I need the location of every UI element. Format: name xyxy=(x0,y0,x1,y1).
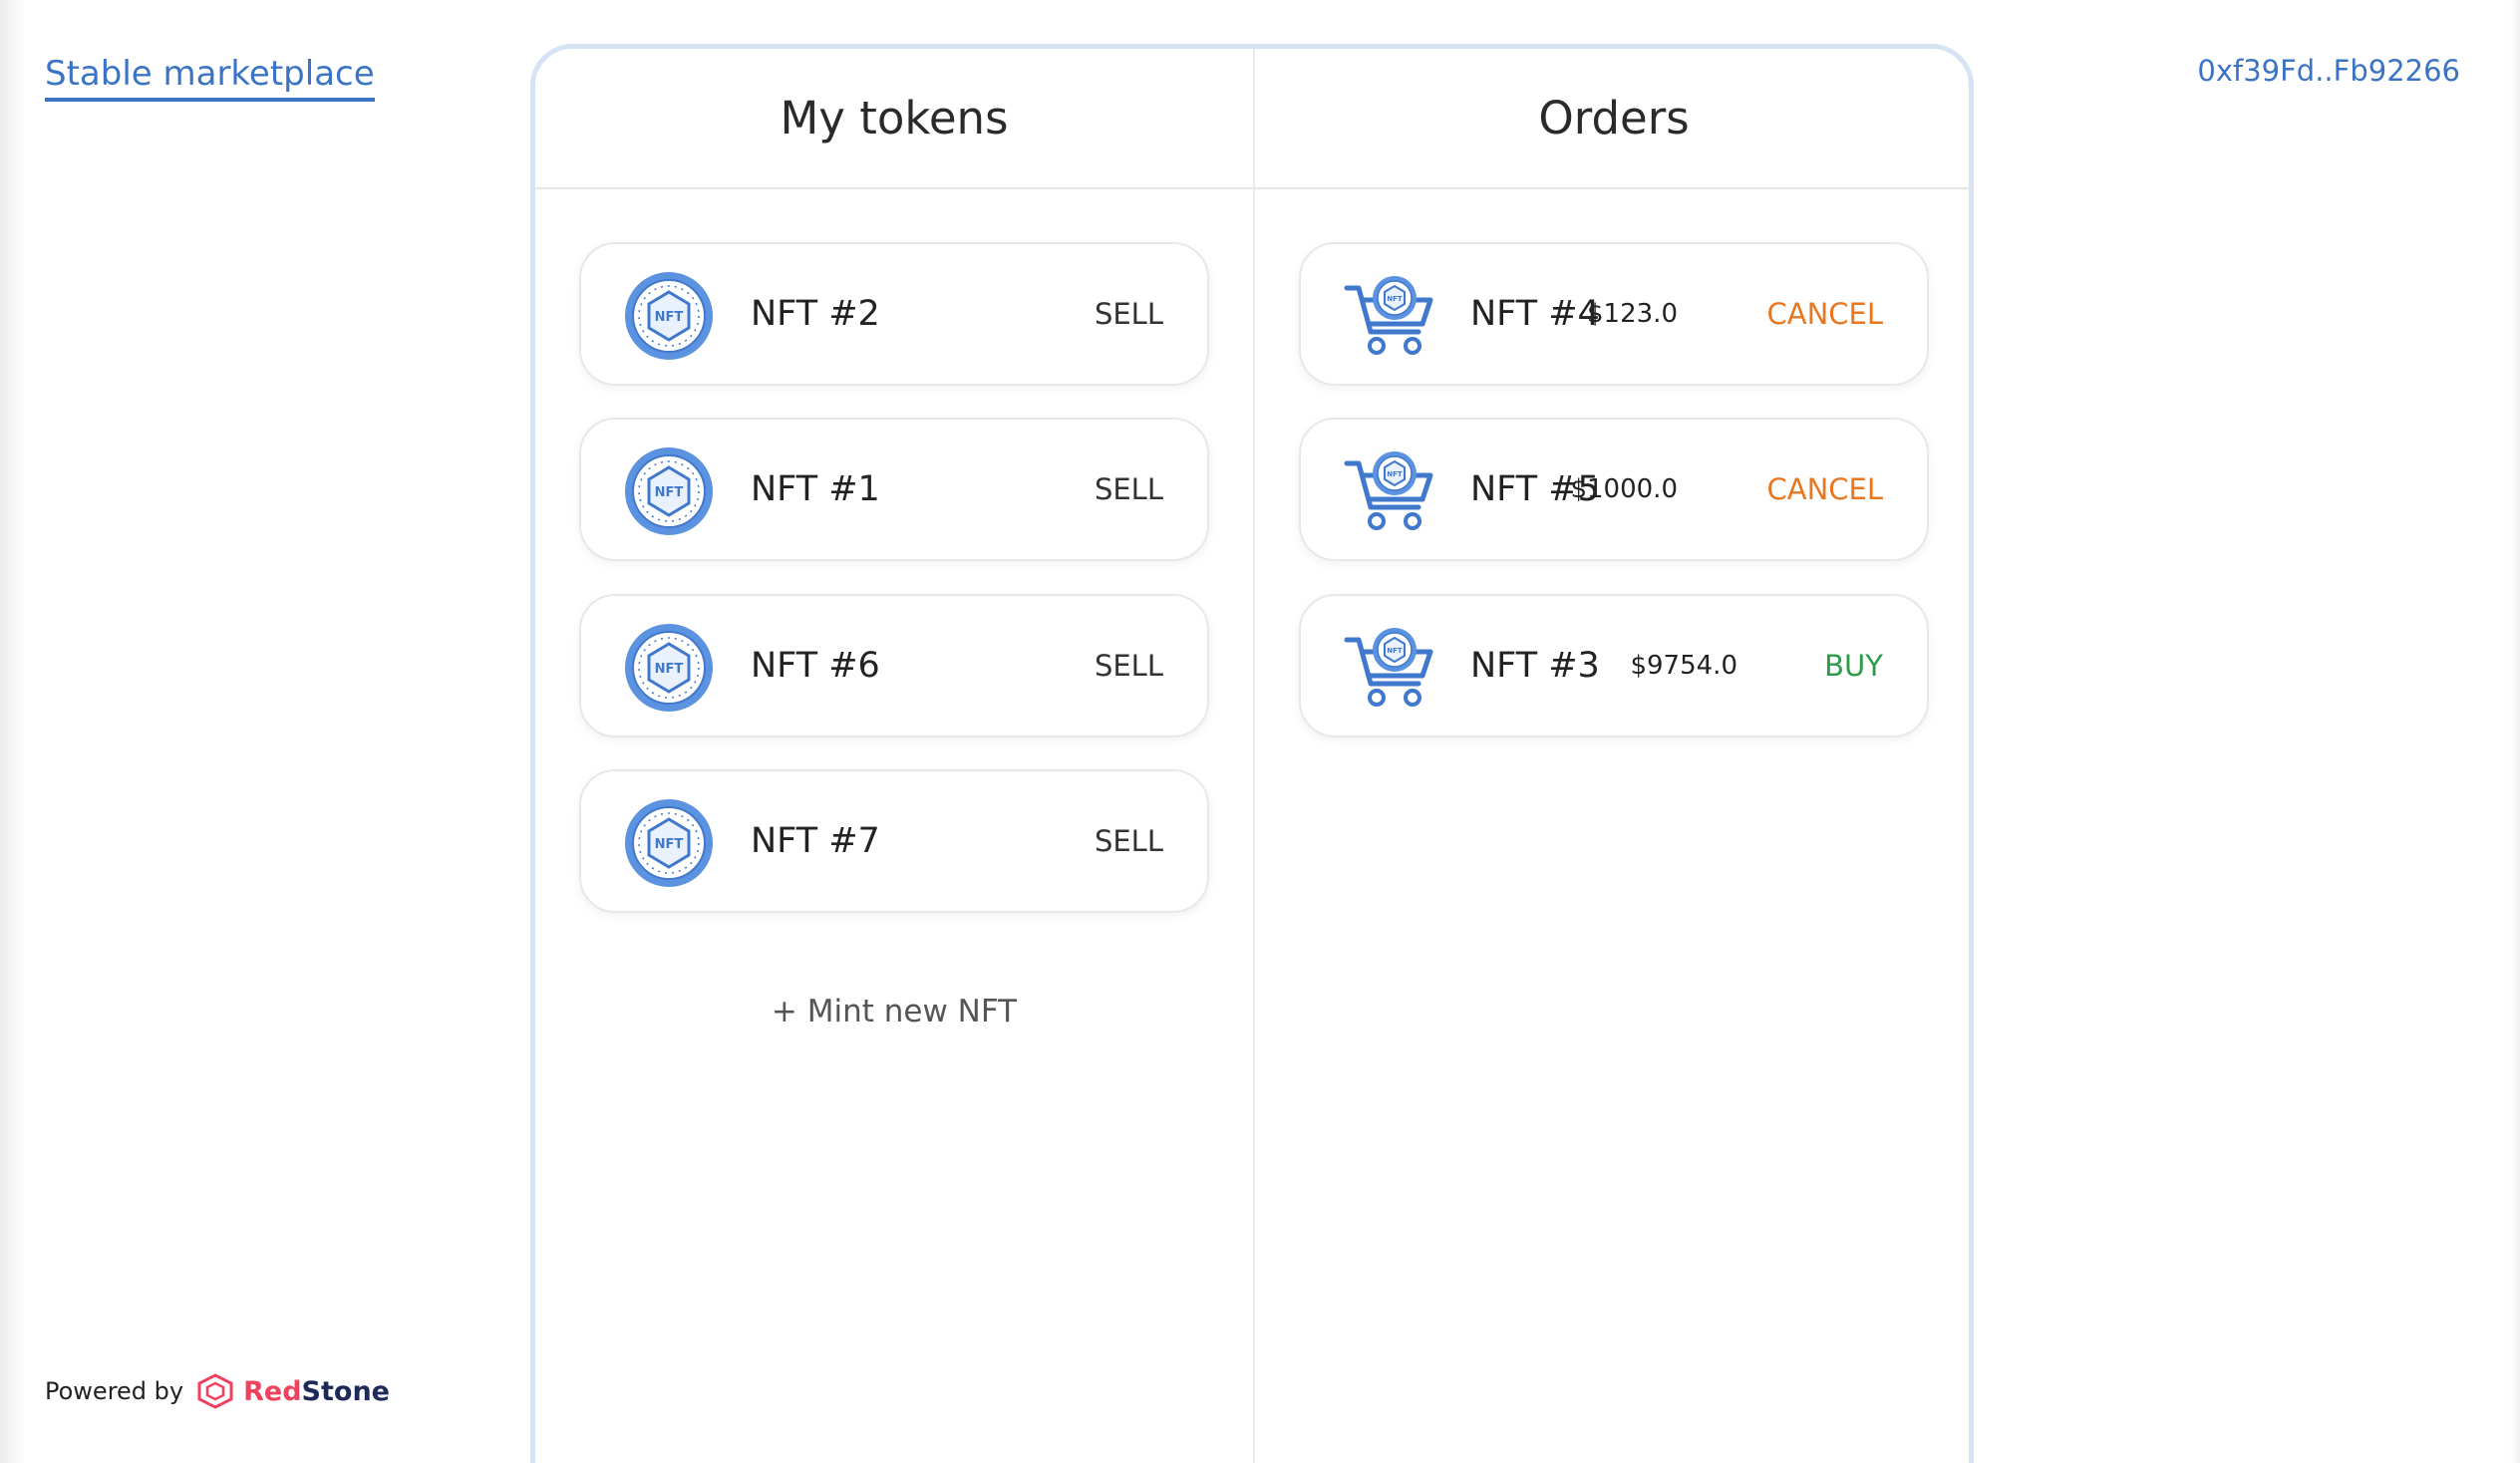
svg-text:NFT: NFT xyxy=(1387,470,1403,478)
left-edge-shadow xyxy=(0,0,26,1463)
shopping-cart-nft-icon: NFT xyxy=(1344,628,1433,707)
order-price: $123.0 xyxy=(1587,299,1678,329)
powered-by-label: Powered by xyxy=(45,1377,184,1405)
marketplace-panel: My tokens NFT NFT #2 SELL NFT NFT #1 SEL… xyxy=(530,44,1974,1463)
redstone-brand-dark: Stone xyxy=(301,1375,390,1407)
redstone-brand-red: Red xyxy=(243,1375,302,1407)
svg-text:NFT: NFT xyxy=(655,837,684,852)
orders-column: Orders NFT NFT #4 $123.0 CANCEL NFT NFT … xyxy=(1253,49,1973,1463)
order-price: $9754.0 xyxy=(1630,651,1737,681)
token-card: NFT NFT #1 SELL xyxy=(579,418,1209,561)
order-card: NFT NFT #5 $1000.0 CANCEL xyxy=(1299,418,1929,561)
token-name: NFT #1 xyxy=(751,469,880,509)
shopping-cart-nft-icon: NFT xyxy=(1344,276,1433,355)
wallet-address[interactable]: 0xf39Fd..Fb92266 xyxy=(2197,54,2460,88)
cancel-button[interactable]: CANCEL xyxy=(1766,420,1883,559)
token-card: NFT NFT #2 SELL xyxy=(579,242,1209,386)
mint-new-nft-button[interactable]: + Mint new NFT xyxy=(535,994,1253,1029)
buy-button[interactable]: BUY xyxy=(1824,596,1883,735)
nft-coin-icon: NFT xyxy=(625,799,713,887)
orders-title: Orders xyxy=(1255,49,1973,189)
sell-button[interactable]: SELL xyxy=(1095,420,1163,559)
sell-button[interactable]: SELL xyxy=(1095,596,1163,735)
powered-by-footer: Powered by RedStone xyxy=(45,1373,390,1409)
redstone-brand[interactable]: RedStone xyxy=(243,1376,390,1407)
sell-button[interactable]: SELL xyxy=(1095,244,1163,384)
nft-coin-icon: NFT xyxy=(625,272,713,360)
token-name: NFT #7 xyxy=(751,821,880,861)
order-card: NFT NFT #4 $123.0 CANCEL xyxy=(1299,242,1929,386)
brand-link[interactable]: Stable marketplace xyxy=(45,54,375,102)
order-card: NFT NFT #3 $9754.0 BUY xyxy=(1299,594,1929,737)
redstone-logo-icon xyxy=(197,1373,233,1409)
order-price: $1000.0 xyxy=(1570,474,1678,504)
right-edge-shadow xyxy=(2510,0,2520,1463)
my-tokens-title: My tokens xyxy=(535,49,1253,189)
svg-text:NFT: NFT xyxy=(1387,295,1403,303)
svg-text:NFT: NFT xyxy=(655,662,684,677)
nft-coin-icon: NFT xyxy=(625,624,713,712)
my-tokens-column: My tokens NFT NFT #2 SELL NFT NFT #1 SEL… xyxy=(535,49,1253,1463)
token-name: NFT #6 xyxy=(751,646,880,686)
cancel-button[interactable]: CANCEL xyxy=(1766,244,1883,384)
svg-text:NFT: NFT xyxy=(1387,647,1403,655)
svg-text:NFT: NFT xyxy=(655,310,684,325)
nft-coin-icon: NFT xyxy=(625,447,713,535)
token-name: NFT #2 xyxy=(751,294,880,334)
svg-text:NFT: NFT xyxy=(655,485,684,500)
token-card: NFT NFT #6 SELL xyxy=(579,594,1209,737)
app-page: Stable marketplace 0xf39Fd..Fb92266 My t… xyxy=(0,0,2520,1463)
shopping-cart-nft-icon: NFT xyxy=(1344,451,1433,530)
token-card: NFT NFT #7 SELL xyxy=(579,769,1209,913)
sell-button[interactable]: SELL xyxy=(1095,771,1163,911)
